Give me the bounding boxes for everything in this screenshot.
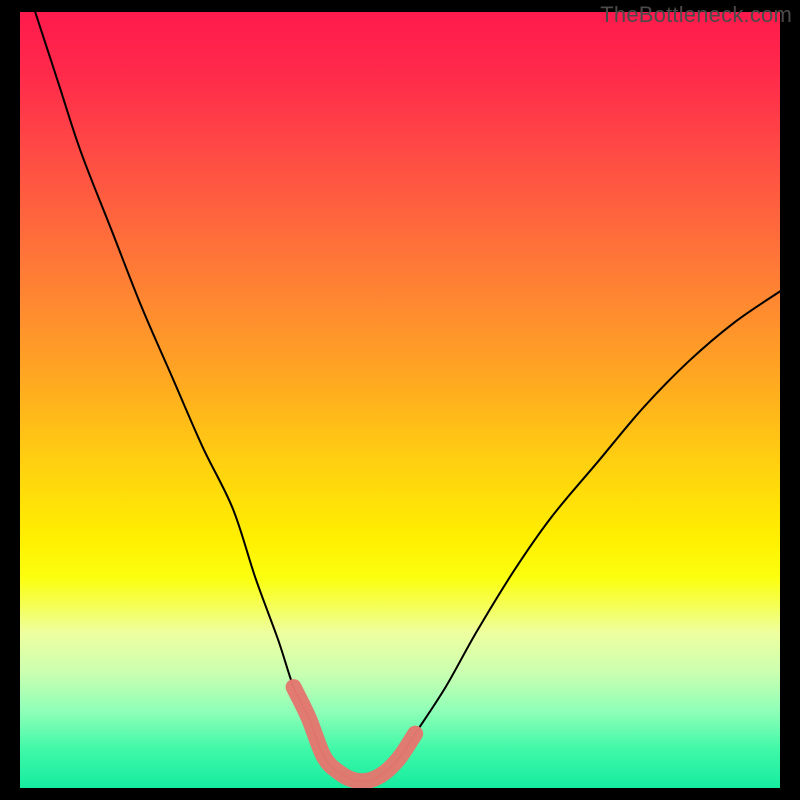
chart-frame [20, 12, 780, 788]
watermark-text: TheBottleneck.com [600, 2, 792, 28]
bottleneck-curve [35, 12, 780, 781]
chart-svg [20, 12, 780, 788]
optimal-range-highlight [294, 687, 416, 781]
